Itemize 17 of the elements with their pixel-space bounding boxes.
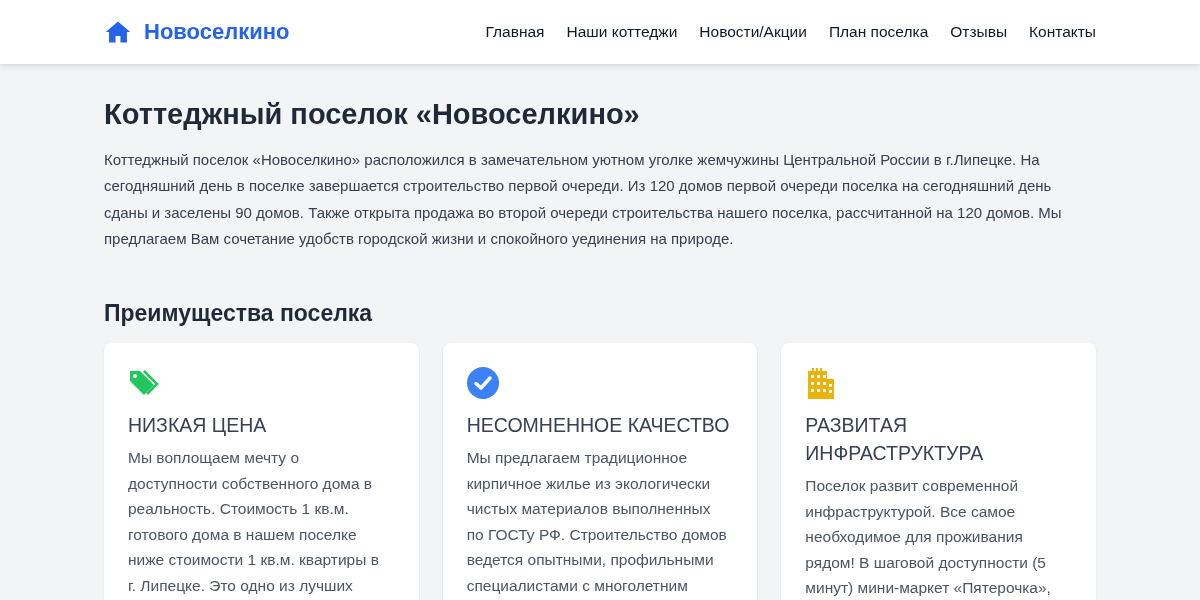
nav-link[interactable]: Новости/Акции xyxy=(699,23,807,41)
section-title: Преимущества поселка xyxy=(104,300,374,328)
card-title: НИЗКАЯ ЦЕНА xyxy=(128,413,268,439)
page-title: Коттеджный поселок «Новоселкино» xyxy=(104,98,641,131)
card-title: РАЗВИТАЯ ИНФРАСТРУКТУРА xyxy=(805,413,985,467)
nav-link[interactable]: План поселка xyxy=(828,23,929,41)
nav-link[interactable]: Главная xyxy=(485,23,545,41)
site-logo[interactable]: Новоселкино xyxy=(144,19,290,45)
home-icon xyxy=(104,19,132,45)
card-text: Мы воплощаем мечту о доступности собственного дома в реальность. Стоимость 1 кв.м. готового дома в нашем поселке ниже стоимости 1 кв.м. квартиры в г. Липецке. Это одно из лучших xyxy=(128,448,380,596)
nav-link[interactable]: Наши коттеджи xyxy=(566,23,678,41)
card-text: Поселок развит современной инфраструктурой. Все самое необходимое для проживания рядом! В шаговой доступности (5 минут) мини-маркет «Пятерочка», xyxy=(805,476,1052,599)
nav-link[interactable]: Контакты xyxy=(1029,23,1096,41)
nav-link[interactable]: Отзывы xyxy=(950,23,1008,41)
card-title: НЕСОМНЕННОЕ КАЧЕСТВО xyxy=(466,413,731,439)
intro-text: Коттеджный поселок «Новоселкино» расположился в замечательном уютном уголке жемчужины Центральной России в г.Липецке. На сегодняшний день в поселке завершается строительство первой очереди. Из 120 домов первой очереди поселка на сегодняшний день сданы и заселены 90 домов. Также открыта продажа во второй очереди строительства нашего поселка, рассчитанной на 120 домов. Мы предлагаем Вам сочетание удобств городской жизни и спокойного уединения на природе. xyxy=(104,150,1063,249)
card-text: Мы предлагаем традиционное кирпичное жилье из экологически чистых материалов выполненных по ГОСТу РФ. Строительство домов ведется опытными, профильными специалистами с многолетним xyxy=(466,448,728,596)
